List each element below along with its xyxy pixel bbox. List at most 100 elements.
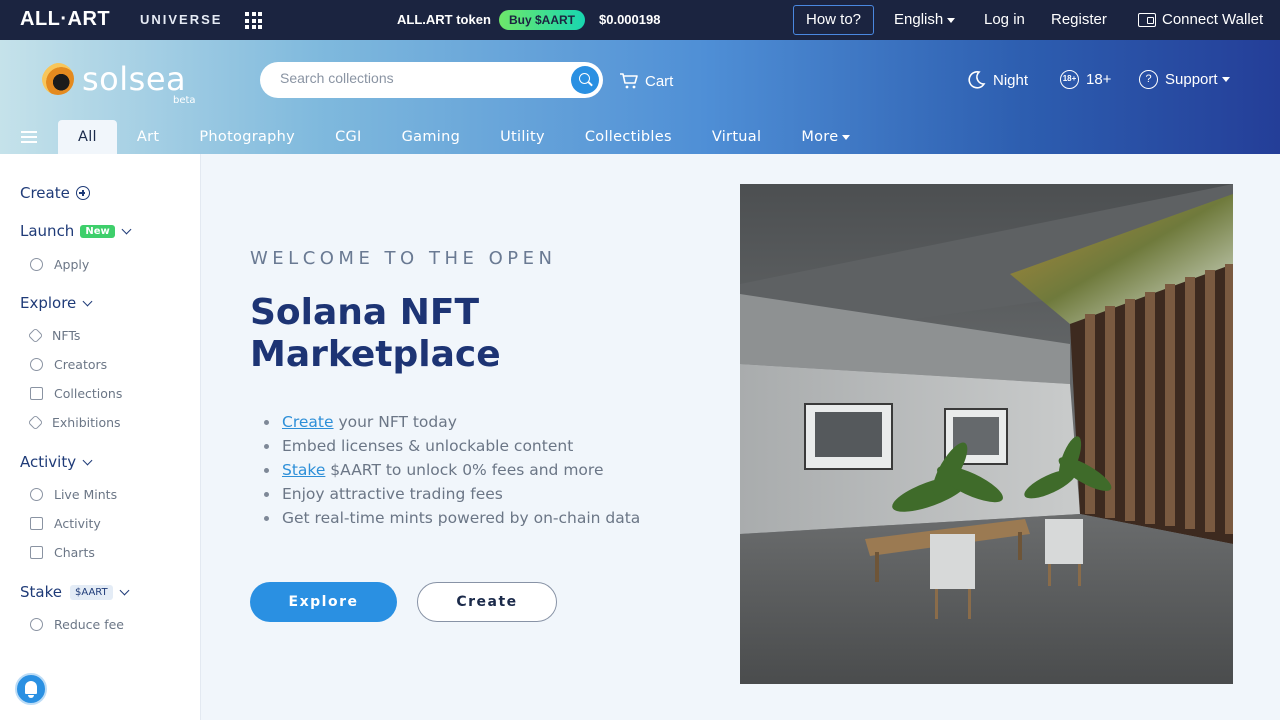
- tab-gaming[interactable]: Gaming: [382, 120, 480, 154]
- sidebar-activity[interactable]: Activity: [20, 453, 93, 471]
- sidebar-item-live-mints[interactable]: Live Mints: [30, 487, 117, 502]
- sidebar-item-label: Activity: [54, 516, 101, 531]
- cart-button[interactable]: Cart: [619, 72, 673, 90]
- create-link[interactable]: Create: [282, 413, 334, 431]
- allart-logo[interactable]: ALL·ART: [20, 8, 110, 31]
- list-item: Create your NFT today: [264, 410, 644, 434]
- night-label: Night: [993, 71, 1029, 89]
- check-circle-icon: [30, 258, 43, 271]
- sidebar-item-reduce-fee[interactable]: Reduce fee: [30, 617, 124, 632]
- language-dropdown[interactable]: English: [894, 11, 956, 28]
- sidebar-item-activity[interactable]: Activity: [30, 516, 101, 531]
- sidebar-stake-label: Stake: [20, 583, 62, 601]
- chevron-down-icon: [121, 224, 132, 234]
- tab-photography[interactable]: Photography: [179, 120, 315, 154]
- sidebar-launch[interactable]: Launch New: [20, 222, 132, 240]
- sidebar-item-nfts[interactable]: NFTs: [27, 327, 81, 344]
- charts-icon: [30, 546, 43, 559]
- list-item: Get real-time mints powered by on-chain …: [264, 506, 644, 530]
- sidebar-item-collections[interactable]: Collections: [30, 386, 122, 401]
- tab-utility[interactable]: Utility: [480, 120, 565, 154]
- token-price: $0.000198: [599, 12, 661, 27]
- list-item: Embed licenses & unlockable content: [264, 434, 644, 458]
- sidebar-item-charts[interactable]: Charts: [30, 545, 95, 560]
- sidebar-item-apply[interactable]: Apply: [30, 257, 89, 272]
- list-item-text: Get real-time mints powered by on-chain …: [282, 509, 641, 527]
- hero-title: Solana NFT Marketplace: [250, 292, 501, 375]
- chevron-down-icon: [947, 17, 956, 23]
- sidebar-explore[interactable]: Explore: [20, 294, 93, 312]
- search-bar: [260, 62, 603, 98]
- sidebar-activity-label: Activity: [20, 453, 77, 471]
- tab-all[interactable]: All: [58, 120, 117, 154]
- sidebar-stake[interactable]: Stake $AART: [20, 583, 130, 601]
- sidebar-item-label: Exhibitions: [52, 415, 121, 430]
- moon-icon: [968, 71, 986, 89]
- plus-circle-icon: [75, 186, 90, 200]
- creators-icon: [30, 358, 43, 371]
- token-label: ALL.ART token: [397, 12, 491, 27]
- age-label: 18+: [1086, 71, 1112, 88]
- login-link[interactable]: Log in: [984, 11, 1025, 28]
- collections-icon: [30, 387, 43, 400]
- age-18-icon: 18+: [1060, 70, 1079, 89]
- list-item: Enjoy attractive trading fees: [264, 482, 644, 506]
- support-label: Support: [1165, 71, 1218, 88]
- sidebar-item-creators[interactable]: Creators: [30, 357, 107, 372]
- beta-label: beta: [173, 95, 196, 106]
- chevron-down-icon: [82, 296, 93, 306]
- support-dropdown[interactable]: ? Support: [1139, 70, 1230, 89]
- sidebar-item-exhibitions[interactable]: Exhibitions: [27, 414, 121, 431]
- explore-button[interactable]: Explore: [250, 582, 397, 622]
- tab-more-label: More: [801, 129, 839, 145]
- sidebar-item-label: Charts: [54, 545, 95, 560]
- exhibitions-icon: [27, 414, 44, 431]
- help-icon: ?: [1139, 70, 1158, 89]
- tab-more[interactable]: More: [781, 120, 870, 154]
- create-button[interactable]: Create: [417, 582, 557, 622]
- activity-icon: [30, 517, 43, 530]
- stake-link[interactable]: Stake: [282, 461, 325, 479]
- hero-eyebrow: WELCOME TO THE OPEN: [250, 248, 557, 269]
- apps-grid-icon[interactable]: [245, 12, 262, 29]
- chevron-down-icon: [82, 455, 93, 465]
- search-input[interactable]: [280, 70, 560, 86]
- chevron-down-icon: [842, 134, 851, 140]
- search-icon[interactable]: [571, 66, 599, 94]
- sidebar-launch-label: Launch: [20, 222, 75, 240]
- solsea-logo[interactable]: solsea: [42, 60, 186, 98]
- notification-bell-icon[interactable]: [15, 673, 47, 705]
- list-item-text: Embed licenses & unlockable content: [282, 437, 574, 455]
- live-mints-icon: [30, 488, 43, 501]
- list-item-text: $AART to unlock 0% fees and more: [325, 461, 604, 479]
- universe-link[interactable]: UNIVERSE: [140, 12, 222, 27]
- buy-aart-button[interactable]: Buy $AART: [499, 10, 586, 30]
- sidebar-explore-label: Explore: [20, 294, 77, 312]
- chevron-down-icon: [119, 585, 130, 595]
- tab-art[interactable]: Art: [117, 120, 179, 154]
- sidebar-item-label: Creators: [54, 357, 108, 372]
- language-label: English: [894, 11, 944, 28]
- register-link[interactable]: Register: [1051, 11, 1107, 28]
- night-mode-toggle[interactable]: Night: [966, 70, 1028, 90]
- tab-collectibles[interactable]: Collectibles: [565, 120, 692, 154]
- age-filter-toggle[interactable]: 18+ 18+: [1060, 70, 1111, 89]
- sidebar-item-label: Live Mints: [54, 487, 118, 502]
- new-badge: New: [80, 224, 115, 238]
- connect-wallet-button[interactable]: Connect Wallet: [1138, 11, 1263, 28]
- sidebar-item-label: Apply: [54, 257, 90, 272]
- how-to-button[interactable]: How to?: [793, 5, 874, 35]
- reduce-fee-icon: [30, 618, 43, 631]
- sidebar-create[interactable]: Create: [20, 184, 90, 202]
- aart-badge: $AART: [69, 584, 113, 600]
- feature-list: Create your NFT today Embed licenses & u…: [264, 410, 644, 530]
- chevron-down-icon: [1221, 77, 1230, 82]
- nft-hexagon-icon: [27, 327, 44, 344]
- sidebar-item-label: Collections: [54, 386, 123, 401]
- hamburger-menu-icon[interactable]: [21, 131, 37, 143]
- sidebar-item-label: NFTs: [52, 328, 81, 343]
- list-item-text: your NFT today: [333, 413, 457, 431]
- sidebar-create-label: Create: [20, 184, 70, 202]
- tab-virtual[interactable]: Virtual: [692, 120, 781, 154]
- tab-cgi[interactable]: CGI: [315, 120, 382, 154]
